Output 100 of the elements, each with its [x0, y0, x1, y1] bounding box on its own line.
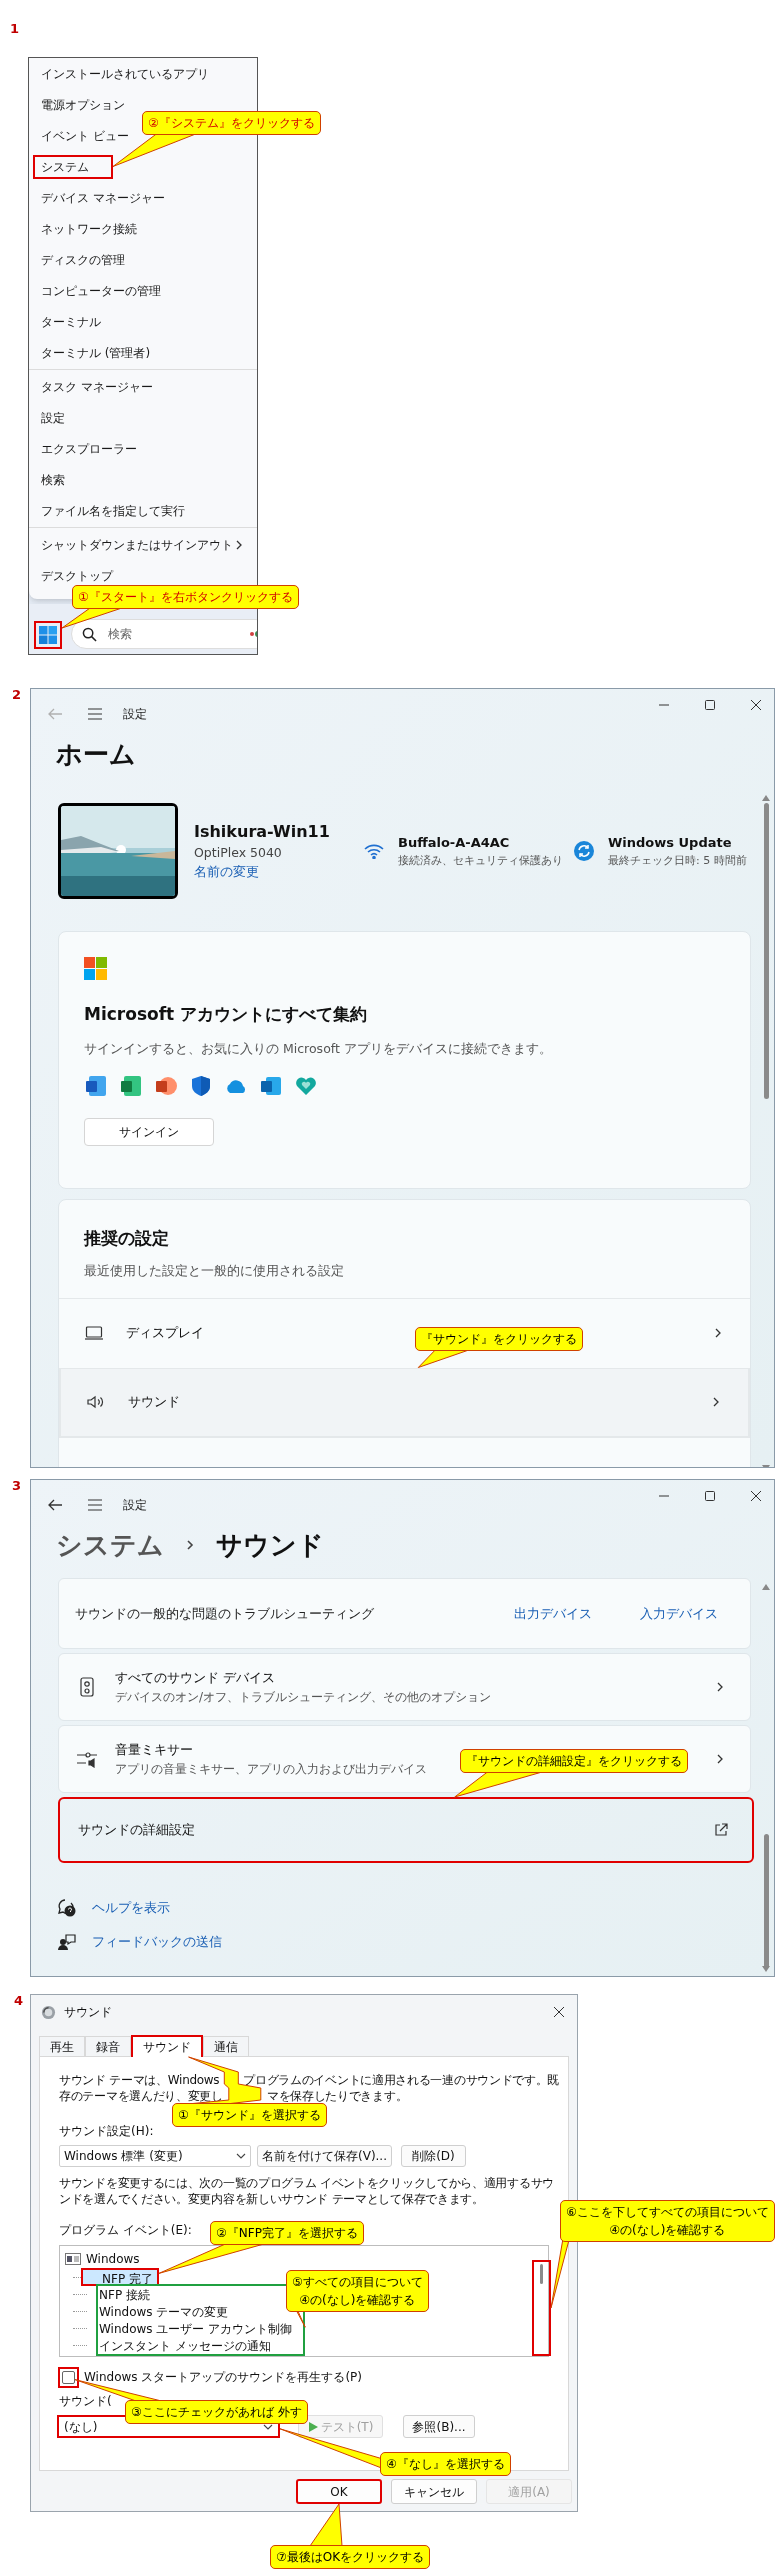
- shield-icon: [189, 1074, 213, 1099]
- menu-item[interactable]: シャットダウンまたはサインアウト: [29, 529, 257, 560]
- menu-item[interactable]: システム: [29, 151, 257, 182]
- breadcrumb-link[interactable]: システム: [56, 1530, 164, 1560]
- tab[interactable]: 再生: [39, 2036, 85, 2056]
- dialog-button[interactable]: キャンセル: [391, 2479, 477, 2504]
- delete-button[interactable]: 削除(D): [401, 2145, 466, 2167]
- chevron-icon: [184, 1539, 196, 1551]
- instructions-text: サウンドを変更するには、次の一覧のプログラム イベントをクリックしてから、適用するサウンドを選んでください。変更内容を新しいサウンド テーマとして保存できます。: [59, 2175, 555, 2207]
- back-arrow-icon[interactable]: [47, 1497, 63, 1513]
- help-link[interactable]: フィードバックの送信: [92, 1932, 222, 1952]
- callout-tooltip: ②『システム』をクリックする: [142, 111, 321, 135]
- menu-item[interactable]: タスク マネージャー: [29, 371, 257, 402]
- close-icon[interactable]: [750, 1490, 762, 1502]
- settings-row[interactable]: すべてのサウンド デバイス デバイスのオン/オフ、トラブルシューティング、その他のオプション: [58, 1653, 751, 1721]
- menu-item[interactable]: インストールされているアプリ: [29, 58, 257, 89]
- spreadsheet-icon: [119, 1074, 143, 1099]
- step-number: 3: [12, 1479, 23, 1495]
- play-icon: [307, 2421, 318, 2432]
- scrollbar-thumb[interactable]: [764, 803, 769, 1099]
- menu-item[interactable]: コンピューターの管理: [29, 275, 257, 306]
- scrollbar-thumb[interactable]: [764, 1834, 769, 1968]
- search-icon: [82, 627, 97, 642]
- menu-item[interactable]: 設定: [29, 402, 257, 433]
- app-title: 設定: [123, 1497, 147, 1514]
- windows-logo-icon: [38, 625, 58, 645]
- card-heading: 推奨の設定: [82, 1227, 170, 1250]
- feedback-icon: [58, 1933, 76, 1951]
- list-item[interactable]: Windows: [85, 2250, 141, 2268]
- list-item[interactable]: NFP 接続: [98, 2286, 151, 2303]
- status-title: Buffalo-A-A4AC: [398, 834, 511, 852]
- status-detail: 最終チェック日時: 5 時間前: [608, 852, 747, 869]
- card-description: 最近使用した設定と一般的に使用される設定: [83, 1261, 345, 1280]
- settings-row[interactable]: サウンド: [59, 1367, 750, 1438]
- menu-item[interactable]: ディスクの管理: [29, 244, 257, 275]
- list-item[interactable]: NFP 完了: [81, 2268, 159, 2286]
- browse-button[interactable]: 参照(B)...: [403, 2415, 475, 2438]
- scroll-up-icon[interactable]: [762, 1584, 770, 1590]
- tab[interactable]: 録音: [85, 2036, 131, 2056]
- maximize-icon[interactable]: [704, 699, 716, 711]
- sign-in-button[interactable]: サインイン: [84, 1118, 214, 1147]
- close-icon[interactable]: [553, 2006, 565, 2018]
- device-model: OptiPlex 5040: [194, 844, 283, 863]
- menu-item[interactable]: 検索: [29, 464, 257, 495]
- callout-pointer: [309, 2503, 343, 2547]
- description-text: 存のテーマを選んだり、変更し: [59, 2089, 223, 2103]
- callout-tooltip: ⑤すべての項目について ④の(なし)を確認する: [286, 2270, 429, 2312]
- menu-item[interactable]: ネットワーク接続: [29, 213, 257, 244]
- device-name: Ishikura-Win11: [194, 821, 331, 844]
- menu-item[interactable]: デバイス マネージャー: [29, 182, 257, 213]
- scroll-up-icon[interactable]: [762, 795, 770, 801]
- menu-item[interactable]: ファイル名を指定して実行: [29, 495, 257, 526]
- tab[interactable]: サウンド: [131, 2035, 203, 2057]
- wifi-icon: [364, 843, 384, 859]
- menu-item[interactable]: ターミナル (管理者): [29, 337, 257, 368]
- save-as-button[interactable]: 名前を付けて保存(V)...: [257, 2145, 392, 2167]
- laptop-icon: [84, 1325, 104, 1341]
- page-heading: サウンド: [216, 1530, 324, 1560]
- description-text: プログラムのイベントに適用される一連のサウンドです。既: [243, 2073, 560, 2087]
- help-link[interactable]: ヘルプを表示: [92, 1898, 170, 1918]
- step-number: 4: [14, 1994, 25, 2010]
- list-item[interactable]: Windows テーマの変更: [98, 2303, 230, 2320]
- tab[interactable]: 通信: [203, 2036, 249, 2056]
- device-link[interactable]: 入力デバイス: [640, 1603, 718, 1624]
- caret-icon: [236, 2153, 246, 2159]
- dialog-button[interactable]: OK: [296, 2479, 382, 2504]
- scrollbar-thumb[interactable]: [540, 2264, 543, 2284]
- settings-row[interactable]: サウンドの詳細設定: [58, 1797, 754, 1863]
- step-number: 1: [10, 22, 21, 38]
- field-label: サウンド設定(H):: [59, 2123, 154, 2140]
- status-title: Windows Update: [608, 834, 733, 852]
- menu-item[interactable]: エクスプローラー: [29, 433, 257, 464]
- card-description: サインインすると、お気に入りの Microsoft アプリをデバイスに接続できます。: [84, 1039, 553, 1058]
- search-field[interactable]: 検索: [71, 619, 257, 649]
- mixer-icon: [76, 1750, 98, 1768]
- step-number: 2: [12, 688, 23, 704]
- scheme-dropdown[interactable]: Windows 標準 (変更): [59, 2145, 251, 2167]
- callout-tooltip: ④『なし』を選択する: [380, 2452, 511, 2476]
- description-text: サウンド テーマは、Windows: [59, 2073, 220, 2087]
- card-label: サウンドの一般的な問題のトラブルシューティング: [75, 1604, 375, 1623]
- document-icon: [84, 1074, 108, 1099]
- callout-tooltip: ②『NFP完了』を選択する: [210, 2221, 364, 2245]
- maximize-icon[interactable]: [704, 1490, 716, 1502]
- field-label: サウンド(: [59, 2393, 112, 2410]
- start-button[interactable]: [34, 621, 62, 649]
- menu-icon[interactable]: [87, 1497, 103, 1513]
- menu-item[interactable]: ターミナル: [29, 306, 257, 337]
- app-title: 設定: [123, 706, 147, 723]
- menu-icon[interactable]: [87, 706, 103, 722]
- external-link-icon: [714, 1823, 728, 1837]
- callout-tooltip: ①『サウンド』を選択する: [172, 2103, 327, 2127]
- close-icon[interactable]: [750, 699, 762, 711]
- field-label: プログラム イベント(E):: [59, 2222, 192, 2239]
- list-item[interactable]: Windows ユーザー アカウント制御: [98, 2320, 294, 2337]
- rename-link[interactable]: 名前の変更: [194, 863, 364, 882]
- windows-logo-icon: [84, 957, 107, 980]
- scrollbar[interactable]: [532, 2260, 551, 2356]
- device-link[interactable]: 出力デバイス: [514, 1603, 592, 1624]
- card-heading: Microsoft アカウントにすべて集約: [84, 1003, 369, 1026]
- list-item[interactable]: インスタント メッセージの通知: [98, 2337, 272, 2354]
